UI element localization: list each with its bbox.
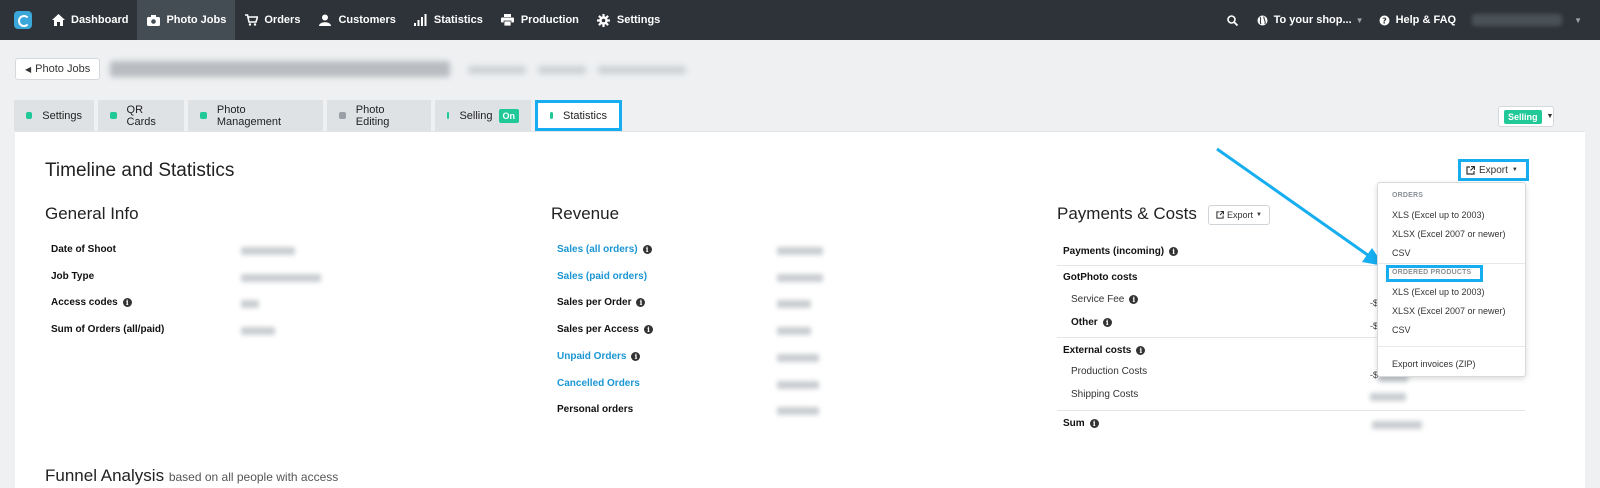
- orders-section-header: ORDERS: [1392, 192, 1424, 199]
- export-invoices-zip-item[interactable]: Export invoices (ZIP): [1392, 359, 1476, 369]
- products-csv-item[interactable]: CSV: [1392, 325, 1411, 335]
- orders-csv-item[interactable]: CSV: [1392, 248, 1411, 258]
- orders-xls-item[interactable]: XLS (Excel up to 2003): [1392, 210, 1485, 220]
- menu-divider: [1378, 346, 1525, 347]
- annotation-arrow: [1216, 147, 1384, 266]
- products-xls-item[interactable]: XLS (Excel up to 2003): [1392, 287, 1485, 297]
- export-dropdown-menu: ORDERS XLS (Excel up to 2003) XLSX (Exce…: [1377, 182, 1526, 377]
- menu-divider: [1378, 263, 1525, 264]
- orders-xlsx-item[interactable]: XLSX (Excel 2007 or newer): [1392, 229, 1506, 239]
- products-xlsx-item[interactable]: XLSX (Excel 2007 or newer): [1392, 306, 1506, 316]
- ordered-products-section-header: ORDERED PRODUCTS: [1392, 269, 1472, 276]
